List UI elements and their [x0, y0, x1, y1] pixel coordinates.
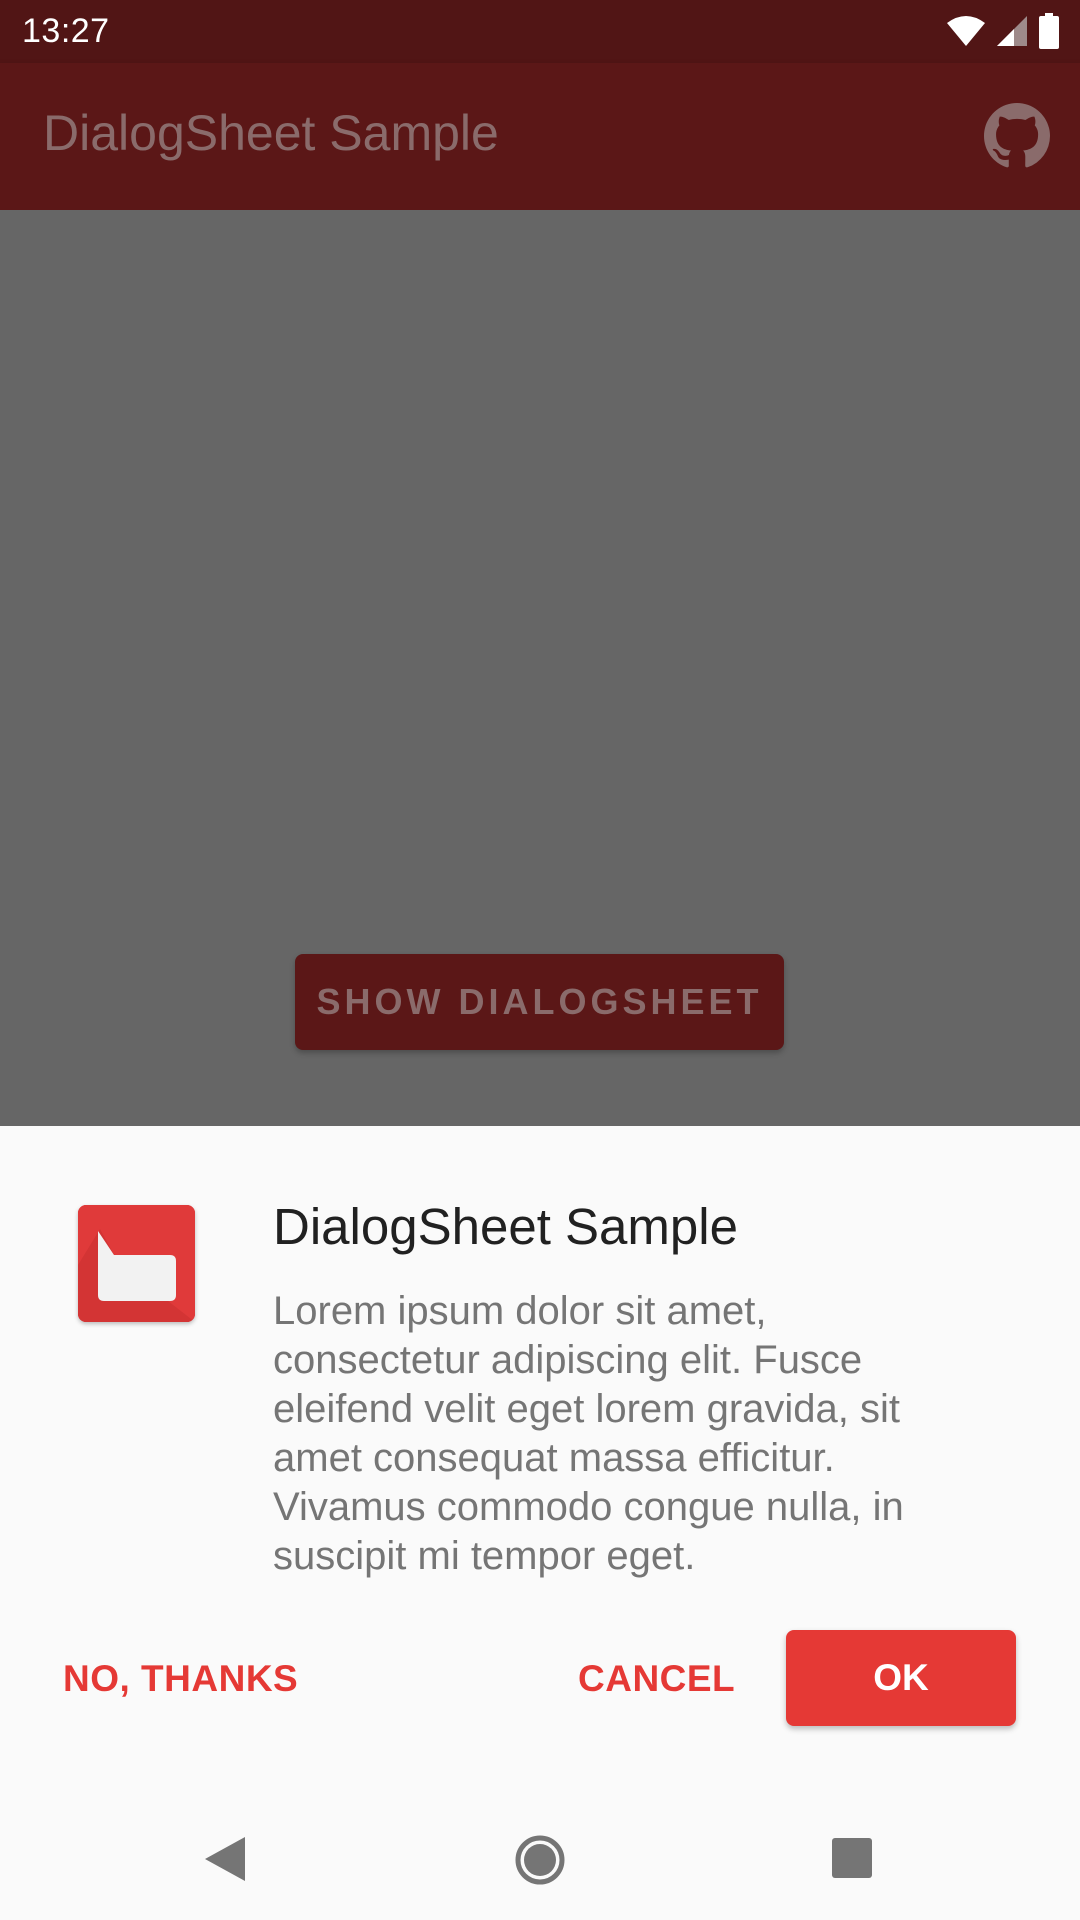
show-dialogsheet-button[interactable]: SHOW DIALOGSHEET — [295, 954, 784, 1050]
cell-signal-icon — [997, 16, 1027, 46]
ok-button[interactable]: OK — [786, 1630, 1016, 1726]
back-icon[interactable] — [203, 1835, 247, 1883]
app-title: DialogSheet Sample — [43, 105, 499, 161]
battery-icon — [1039, 13, 1059, 49]
home-icon[interactable] — [514, 1834, 566, 1886]
cancel-button[interactable]: CANCEL — [578, 1651, 735, 1707]
app-bar: DialogSheet Sample — [0, 63, 1080, 210]
navigation-bar — [0, 1800, 1080, 1920]
dialog-title: DialogSheet Sample — [273, 1198, 738, 1255]
recents-icon[interactable] — [831, 1837, 873, 1879]
main-content: SHOW DIALOGSHEET — [0, 210, 1080, 1126]
status-bar: 13:27 — [0, 0, 1080, 63]
status-icons — [946, 12, 1060, 50]
no-thanks-button[interactable]: NO, THANKS — [63, 1651, 298, 1707]
dialog-app-icon — [78, 1205, 195, 1322]
wifi-icon — [947, 16, 985, 46]
status-time: 13:27 — [22, 12, 110, 50]
github-icon[interactable] — [984, 103, 1050, 169]
dialog-message: Lorem ipsum dolor sit amet, consectetur … — [273, 1289, 904, 1578]
